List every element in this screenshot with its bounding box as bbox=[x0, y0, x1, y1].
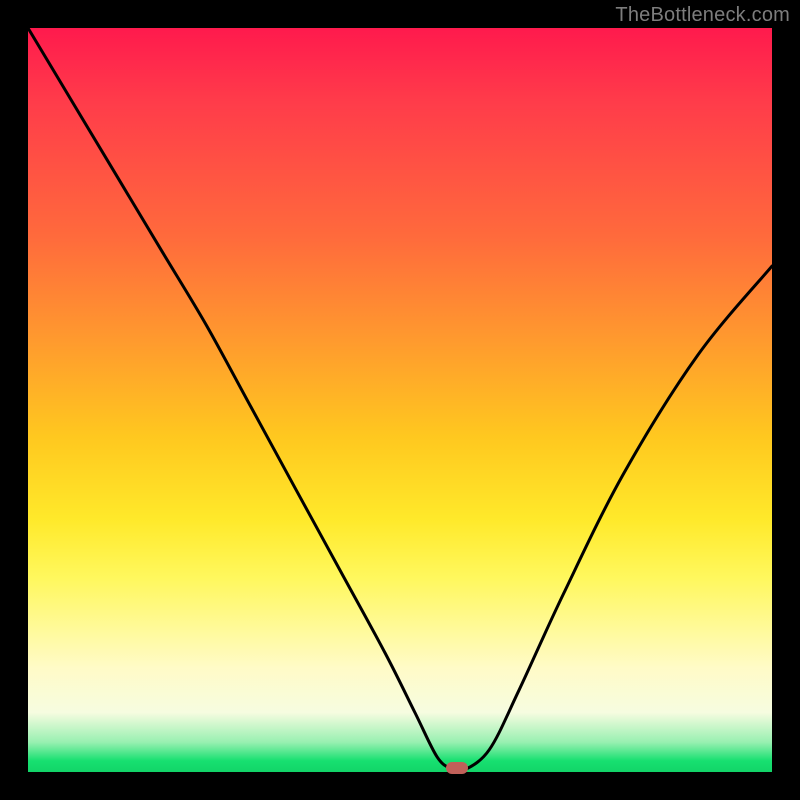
plot-area bbox=[28, 28, 772, 772]
minimum-marker bbox=[446, 762, 468, 774]
chart-frame: TheBottleneck.com bbox=[0, 0, 800, 800]
watermark-text: TheBottleneck.com bbox=[615, 4, 790, 27]
bottleneck-curve bbox=[28, 28, 772, 772]
